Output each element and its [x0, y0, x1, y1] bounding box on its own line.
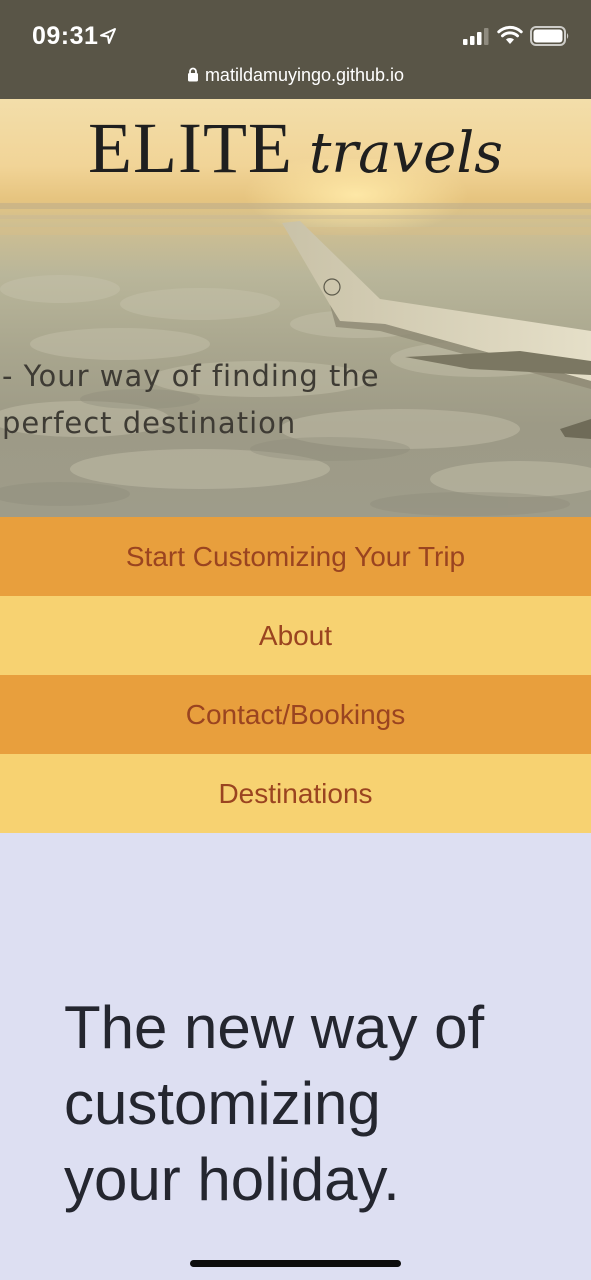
hero-banner: ELITE travels - Your way of finding the p… [0, 99, 591, 517]
home-indicator[interactable] [190, 1260, 401, 1267]
nav-about[interactable]: About [0, 596, 591, 675]
headline-line-2: customizing [64, 1070, 381, 1137]
headline-line-1: The new way of [64, 994, 485, 1061]
main-headline: The new way of customizing your holiday. [64, 990, 544, 1218]
battery-icon [530, 26, 569, 46]
status-bar: 09:31 matildamuyingo.github.io [0, 0, 591, 99]
headline-line-3: your holiday. [64, 1146, 400, 1213]
nav-destinations[interactable]: Destinations [0, 754, 591, 833]
url-text: matildamuyingo.github.io [204, 65, 405, 85]
cellular-signal-icon [463, 28, 489, 45]
logo-primary-text: ELITE [88, 108, 293, 188]
brand-logo[interactable]: ELITE travels [0, 107, 591, 190]
nav-contact-bookings[interactable]: Contact/Bookings [0, 675, 591, 754]
wifi-icon [497, 25, 523, 44]
main-navigation: Start Customizing Your Trip About Contac… [0, 517, 591, 833]
url-bar[interactable]: matildamuyingo.github.io [0, 60, 591, 90]
nav-start-customizing[interactable]: Start Customizing Your Trip [0, 517, 591, 596]
location-arrow-icon [100, 28, 116, 44]
logo-secondary-text: travels [308, 121, 503, 186]
lock-icon [187, 67, 198, 82]
hero-tagline: - Your way of finding the perfect destin… [2, 353, 422, 447]
status-time: 09:31 [32, 22, 99, 50]
tagline-line-2: perfect destination [2, 406, 297, 440]
tagline-line-1: - Your way of finding the [2, 359, 380, 393]
